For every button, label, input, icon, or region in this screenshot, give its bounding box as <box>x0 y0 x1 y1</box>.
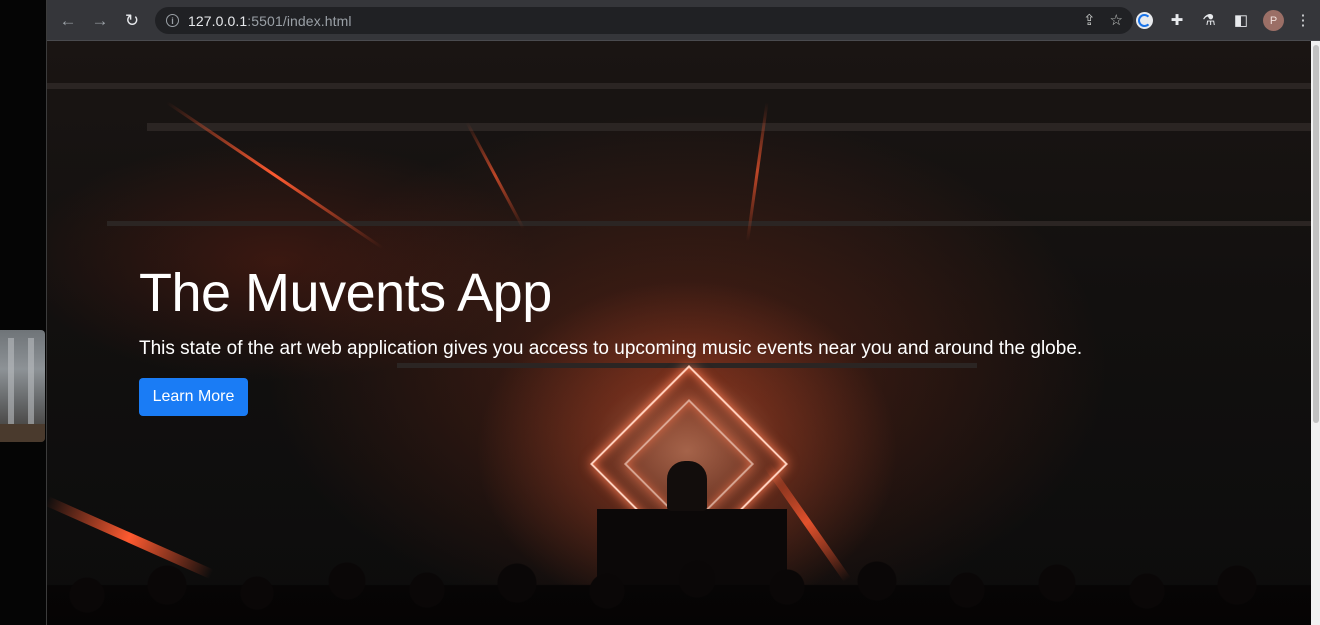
bookmark-star-icon[interactable]: ☆ <box>1110 11 1123 29</box>
browser-window: ← → ↻ i 127.0.0.1:5501/index.html ⇪ ☆ ✚ … <box>46 0 1320 625</box>
side-panel-icon[interactable]: ◧ <box>1231 10 1251 30</box>
reload-icon: ↻ <box>124 10 140 30</box>
labs-flask-icon[interactable]: ⚗ <box>1199 10 1219 30</box>
share-icon[interactable]: ⇪ <box>1083 11 1096 29</box>
site-info-icon[interactable]: i <box>166 14 179 27</box>
hero-description: This state of the art web application gi… <box>139 338 1083 359</box>
desktop-background <box>0 0 46 625</box>
menu-kebab-icon[interactable]: ⋮ <box>1293 10 1313 30</box>
hero-title: The Muvents App <box>139 263 552 323</box>
address-bar[interactable]: i 127.0.0.1:5501/index.html ⇪ ☆ <box>155 7 1133 34</box>
back-button[interactable]: ← <box>56 8 80 32</box>
extension-google-icon[interactable] <box>1136 12 1153 29</box>
extensions-puzzle-icon[interactable]: ✚ <box>1167 10 1187 30</box>
url-text[interactable]: 127.0.0.1:5501/index.html <box>188 13 352 29</box>
reload-button[interactable]: ↻ <box>120 8 144 32</box>
url-host: 127.0.0.1 <box>188 12 248 29</box>
profile-avatar[interactable]: P <box>1263 10 1284 31</box>
scrollbar-thumb[interactable] <box>1313 45 1319 423</box>
learn-more-button[interactable]: Learn More <box>139 378 248 416</box>
page-scrollbar[interactable] <box>1311 41 1320 625</box>
page-hero: The Muvents App This state of the art we… <box>47 41 1311 625</box>
arrow-right-icon: → <box>91 10 109 30</box>
profile-initial: P <box>1269 14 1278 27</box>
arrow-left-icon: ← <box>59 10 77 30</box>
url-path: :5501/index.html <box>247 12 352 29</box>
browser-toolbar: ← → ↻ i 127.0.0.1:5501/index.html ⇪ ☆ ✚ … <box>47 0 1320 41</box>
forward-button[interactable]: → <box>88 8 112 32</box>
desktop-wallpaper-thumbnail <box>0 330 45 442</box>
